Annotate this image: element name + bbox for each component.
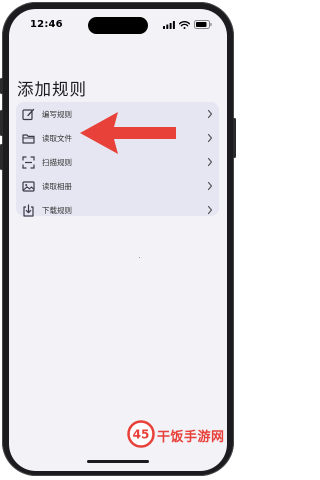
chevron-right-icon (207, 133, 213, 143)
menu-item-label: 扫描规则 (42, 158, 72, 167)
wifi-icon (179, 20, 190, 29)
volume-up-button (0, 110, 3, 136)
screen: 12:46 添加规则 编写规则 读取文件 扫描规则 读取相册 下载规则 (9, 9, 227, 471)
menu-item-label: 编写规则 (42, 110, 72, 119)
menu-item-label: 读取文件 (42, 134, 72, 143)
menu-item-scan-rule[interactable]: 扫描规则 (16, 151, 219, 175)
signal-icon (163, 20, 175, 29)
action-button (0, 78, 3, 94)
menu-item-label: 读取相册 (42, 182, 72, 191)
status-icons (163, 20, 212, 29)
watermark-text: 干饭手游网 (157, 430, 225, 445)
menu-item-download-rule[interactable]: 下载规则 (16, 199, 219, 223)
watermark: 45 干饭手游网 (127, 420, 235, 450)
dynamic-island (88, 17, 148, 34)
folder-icon (22, 134, 35, 144)
stray-dot (139, 257, 140, 258)
menu-item-label: 下载规则 (42, 206, 72, 215)
edit-icon (22, 108, 35, 121)
power-button (233, 118, 236, 158)
status-time: 12:46 (30, 19, 63, 30)
chevron-right-icon (207, 109, 213, 119)
photo-icon (22, 181, 35, 192)
chevron-right-icon (207, 157, 213, 167)
battery-icon (194, 20, 212, 29)
menu-item-read-album[interactable]: 读取相册 (16, 175, 219, 199)
chevron-right-icon (207, 181, 213, 191)
home-indicator (87, 460, 149, 463)
volume-down-button (0, 144, 3, 170)
page-title: 添加规则 (17, 80, 87, 99)
chevron-right-icon (207, 205, 213, 215)
stage: 12:46 添加规则 编写规则 读取文件 扫描规则 读取相册 下载规则 45 干… (0, 0, 236, 480)
download-icon (23, 204, 34, 217)
watermark-logo-text: 45 (133, 428, 150, 442)
watermark-logo-icon: 45 (127, 420, 155, 448)
status-bar: 12:46 (9, 9, 227, 39)
annotation-arrow (80, 112, 176, 154)
scan-icon (22, 156, 35, 169)
